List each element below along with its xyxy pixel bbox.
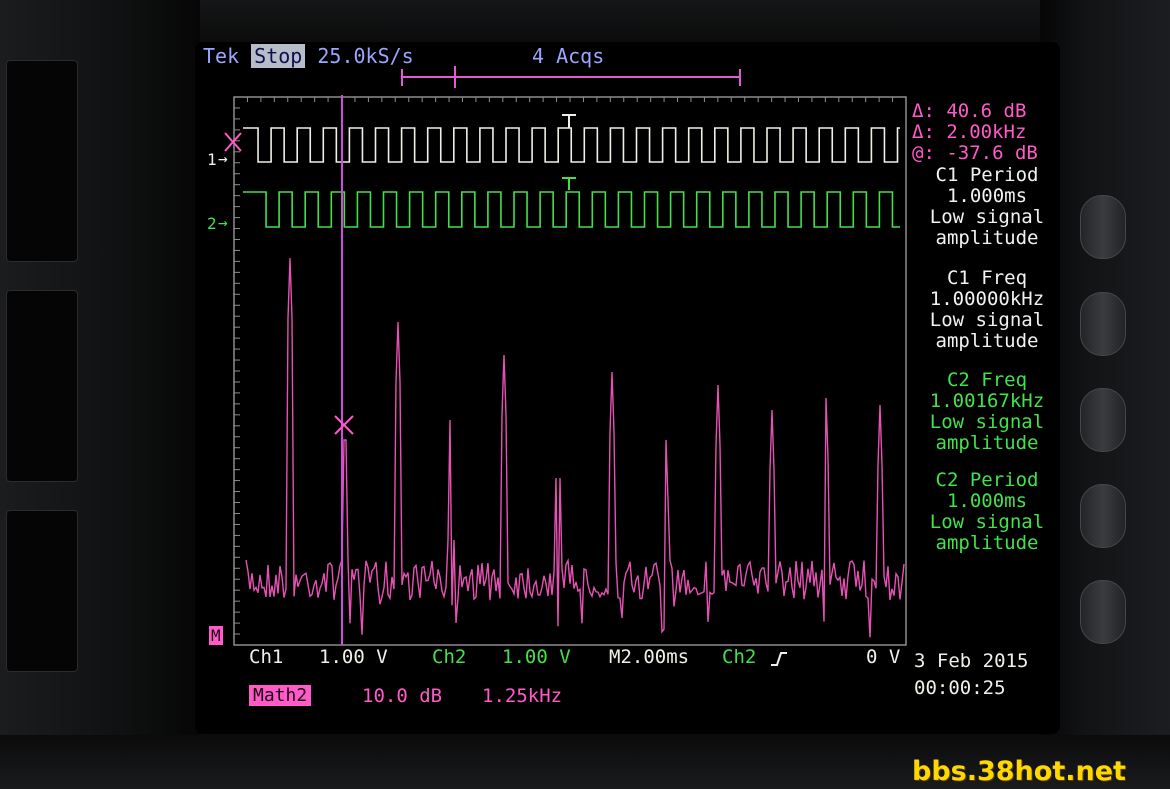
arrow-right-icon: → — [218, 213, 228, 232]
math-span: 1.25kHz — [482, 685, 563, 707]
measurement-readout: C2 Freq — [946, 369, 1028, 391]
arrow-right-icon: → — [218, 149, 228, 168]
measurement-readout: 1.00167kHz — [929, 390, 1045, 412]
timebase[interactable]: M2.00ms — [609, 646, 689, 668]
measurement-readout: amplitude — [935, 432, 1039, 454]
ch2-scale: 1.00 V — [502, 646, 571, 668]
cursor-x-icon — [334, 415, 354, 435]
record-view-bar — [401, 66, 741, 88]
measurement-readout: Low signal — [929, 411, 1045, 433]
math-fft-trace — [245, 257, 905, 638]
ch1-label[interactable]: Ch1 — [249, 646, 283, 668]
watermark: bbs.38hot.net — [912, 756, 1126, 787]
measurement-readout: 1.000ms — [946, 490, 1028, 512]
trigger-source[interactable]: Ch2 — [722, 646, 756, 668]
measurement-readout: @: -37.6 dB — [912, 142, 1038, 164]
rising-edge-icon — [771, 652, 787, 666]
ch1-scale: 1.00 V — [319, 646, 388, 668]
measurement-readout: C1 Period — [935, 164, 1039, 186]
ch2-ground-marker[interactable]: 2 — [207, 214, 217, 233]
measurement-readout: Δ: 40.6 dB — [912, 100, 1027, 122]
trigger-position-marker — [562, 114, 576, 128]
ch2-label[interactable]: Ch2 — [432, 646, 466, 668]
measurement-readout: amplitude — [935, 532, 1039, 554]
math-label[interactable]: Math2 — [249, 685, 312, 706]
measurement-readout: 1.000ms — [946, 185, 1028, 207]
trigger-level: 0 V — [866, 646, 901, 668]
measurement-readout: Low signal — [929, 511, 1045, 533]
date-readout: 3 Feb 2015 — [914, 650, 1029, 672]
measurement-readout: C1 Freq — [946, 267, 1028, 289]
math-scale: 10.0 dB — [362, 685, 443, 707]
math-marker[interactable]: M — [209, 626, 223, 645]
measurement-readout: 1.00000kHz — [929, 288, 1045, 310]
measurement-readout: C2 Period — [935, 469, 1039, 491]
time-readout: 00:00:25 — [914, 677, 1006, 699]
measurement-readout: Low signal — [929, 206, 1045, 228]
measurement-readout: amplitude — [935, 330, 1039, 352]
measurement-readout: Low signal — [929, 309, 1045, 331]
ch1-ground-marker[interactable]: 1 — [207, 150, 217, 169]
measurement-readout: amplitude — [935, 227, 1039, 249]
trigger-position-marker — [562, 177, 576, 190]
measurement-readout: Δ: 2.00kHz — [912, 121, 1027, 143]
